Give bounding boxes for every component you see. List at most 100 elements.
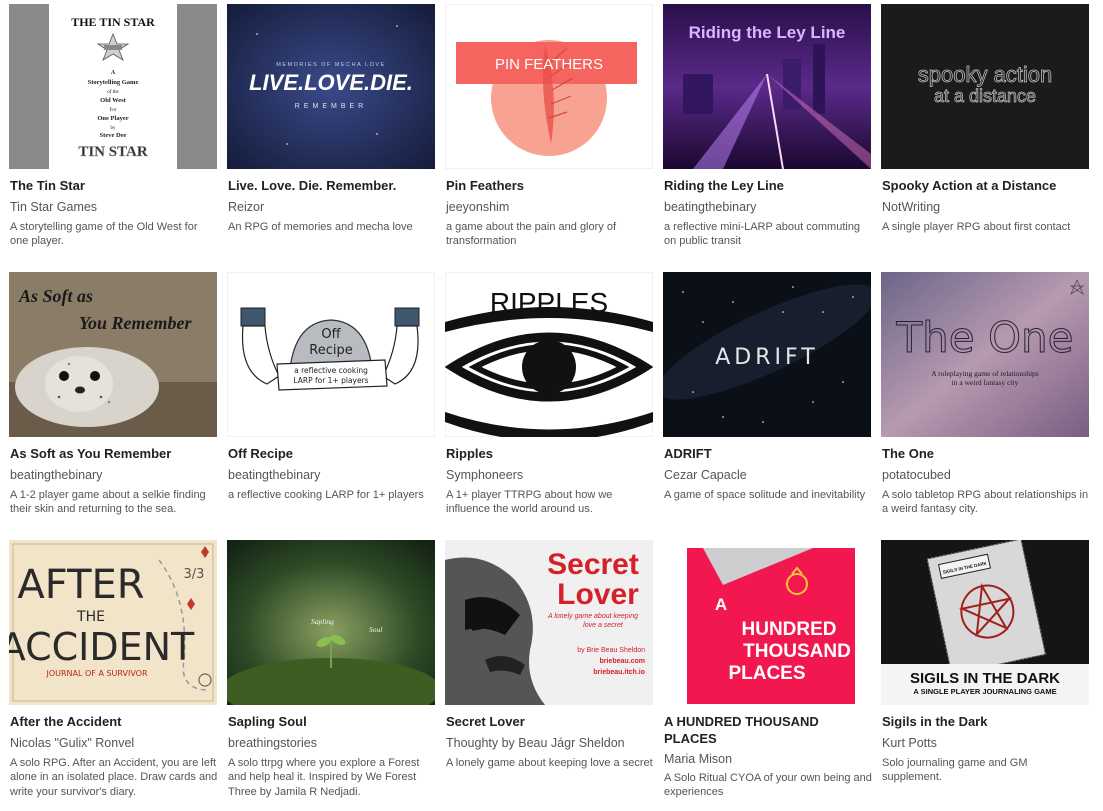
svg-text:3/3: 3/3 bbox=[184, 567, 205, 582]
cover-image[interactable]: A HUNDRED THOUSAND PLACES bbox=[663, 540, 871, 705]
game-title[interactable]: The Tin Star bbox=[10, 177, 216, 194]
game-title[interactable]: A HUNDRED THOUSAND PLACES bbox=[664, 713, 870, 747]
svg-text:HUNDRED: HUNDRED bbox=[742, 619, 837, 640]
cover-image[interactable]: RIPPLES bbox=[445, 272, 653, 437]
svg-text:One Player: One Player bbox=[97, 115, 128, 122]
svg-text:ACCIDENT: ACCIDENT bbox=[9, 625, 195, 669]
game-title[interactable]: After the Accident bbox=[10, 713, 216, 730]
game-title[interactable]: The One bbox=[882, 445, 1088, 462]
game-title[interactable]: Secret Lover bbox=[446, 713, 652, 730]
svg-text:THOUSAND: THOUSAND bbox=[743, 641, 851, 662]
game-author[interactable]: potatocubed bbox=[882, 467, 1088, 483]
game-description: A single player RPG about first contact bbox=[882, 221, 1071, 233]
game-author[interactable]: Cezar Capacle bbox=[664, 467, 870, 483]
game-title[interactable]: Sapling Soul bbox=[228, 713, 434, 730]
cover-image[interactable]: THE TIN STAR A Storytelling Game of the … bbox=[9, 4, 217, 169]
svg-text:THE: THE bbox=[76, 609, 105, 625]
game-title[interactable]: Sigils in the Dark bbox=[882, 713, 1088, 730]
svg-text:by Brie Beau Sheldon: by Brie Beau Sheldon bbox=[577, 647, 645, 654]
svg-text:Old West: Old West bbox=[100, 97, 127, 104]
game-description: A storytelling game of the Old West for … bbox=[10, 221, 198, 248]
game-description: a game about the pain and glory of trans… bbox=[446, 221, 617, 248]
cover-image[interactable]: SIGILS IN THE DARK SIGILS IN THE DARK A … bbox=[881, 540, 1089, 705]
cover-image[interactable]: spooky action at a distance bbox=[881, 4, 1089, 169]
svg-text:A SINGLE PLAYER JOURNALING GAM: A SINGLE PLAYER JOURNALING GAME bbox=[913, 687, 1056, 696]
svg-text:PLACES: PLACES bbox=[728, 663, 805, 684]
svg-text:SIGILS IN THE DARK: SIGILS IN THE DARK bbox=[910, 670, 1060, 687]
game-author[interactable]: NotWriting bbox=[882, 199, 1088, 215]
svg-text:RIPPLES: RIPPLES bbox=[490, 287, 608, 318]
cover-image[interactable]: AFTER THE ACCIDENT JOURNAL OF A SURVIVOR… bbox=[9, 540, 217, 705]
game-author[interactable]: Tin Star Games bbox=[10, 199, 216, 215]
svg-text:Sapling: Sapling bbox=[311, 617, 334, 626]
svg-text:Steve Dee: Steve Dee bbox=[100, 132, 127, 139]
svg-text:PIN FEATHERS: PIN FEATHERS bbox=[495, 56, 603, 73]
svg-text:ADRIFT: ADRIFT bbox=[715, 345, 818, 370]
game-description: A lonely game about keeping love a secre… bbox=[446, 757, 653, 769]
cover-image[interactable]: Secret Lover A lonely game about keeping… bbox=[445, 540, 653, 705]
cover-image[interactable]: As Soft as You Remember bbox=[9, 272, 217, 437]
cover-image[interactable]: Sapling Soul bbox=[227, 540, 435, 705]
svg-text:Secret: Secret bbox=[547, 548, 639, 581]
svg-text:The One: The One bbox=[896, 313, 1074, 362]
svg-text:Recipe: Recipe bbox=[309, 343, 352, 358]
svg-text:spooky action: spooky action bbox=[918, 62, 1053, 87]
game-description: A 1+ player TTRPG about how we influence… bbox=[446, 489, 613, 516]
cover-image[interactable]: The One A roleplaying game of relationsh… bbox=[881, 272, 1089, 437]
game-author[interactable]: Maria Mison bbox=[664, 751, 870, 767]
svg-text:TIN STAR: TIN STAR bbox=[78, 144, 147, 160]
cover-image[interactable]: Off Recipe a reflective cooking LARP for… bbox=[227, 272, 435, 437]
game-title[interactable]: Off Recipe bbox=[228, 445, 434, 462]
cover-image[interactable]: Riding the Ley Line bbox=[663, 4, 871, 169]
game-title[interactable]: Spooky Action at a Distance bbox=[882, 177, 1088, 194]
svg-text:Off: Off bbox=[321, 327, 341, 342]
game-title[interactable]: Live. Love. Die. Remember. bbox=[228, 177, 434, 194]
game-author[interactable]: Nicolas "Gulix" Ronvel bbox=[10, 735, 216, 751]
svg-text:Riding the Ley Line: Riding the Ley Line bbox=[689, 23, 846, 42]
svg-text:Soul: Soul bbox=[369, 625, 382, 634]
game-title[interactable]: Riding the Ley Line bbox=[664, 177, 870, 194]
game-description: a reflective cooking LARP for 1+ players bbox=[228, 489, 424, 501]
svg-text:REMEMBER: REMEMBER bbox=[295, 103, 367, 110]
svg-text:Lover: Lover bbox=[557, 578, 639, 611]
game-description: A game of space solitude and inevitabili… bbox=[664, 489, 866, 501]
game-title[interactable]: Ripples bbox=[446, 445, 652, 462]
game-author[interactable]: beatingthebinary bbox=[664, 199, 870, 215]
cover-image[interactable]: MEMORIES OF MECHA LOVE LIVE.LOVE.DIE. RE… bbox=[227, 4, 435, 169]
game-title[interactable]: Pin Feathers bbox=[446, 177, 652, 194]
game-description: A solo ttrpg where you explore a Forest … bbox=[228, 757, 420, 798]
svg-text:briebeau.itch.io: briebeau.itch.io bbox=[593, 669, 645, 676]
game-description: An RPG of memories and mecha love bbox=[228, 221, 413, 233]
svg-text:in a weird fantasy city: in a weird fantasy city bbox=[952, 378, 1019, 387]
svg-text:AFTER: AFTER bbox=[17, 562, 144, 608]
game-author[interactable]: Symphoneers bbox=[446, 467, 652, 483]
game-description: a reflective mini-LARP about commuting o… bbox=[664, 221, 861, 248]
svg-text:You Remember: You Remember bbox=[79, 313, 192, 333]
svg-text:A lonely game about keeping: A lonely game about keeping bbox=[547, 613, 638, 620]
svg-text:LARP for 1+ players: LARP for 1+ players bbox=[293, 376, 368, 385]
svg-text:a reflective cooking: a reflective cooking bbox=[294, 366, 368, 375]
game-author[interactable]: Kurt Potts bbox=[882, 735, 1088, 751]
game-author[interactable]: Reizor bbox=[228, 199, 434, 215]
svg-text:A: A bbox=[111, 70, 116, 76]
svg-text:at a distance: at a distance bbox=[934, 86, 1036, 106]
game-author[interactable]: Thoughty by Beau Jágr Sheldon bbox=[446, 735, 652, 751]
svg-text:love a secret: love a secret bbox=[583, 622, 624, 629]
game-author[interactable]: breathingstories bbox=[228, 735, 434, 751]
game-description: A 1-2 player game about a selkie finding… bbox=[10, 489, 206, 516]
svg-text:A: A bbox=[715, 595, 727, 614]
game-description: A solo RPG. After an Accident, you are l… bbox=[10, 757, 218, 798]
cover-image[interactable]: ADRIFT bbox=[663, 272, 871, 437]
svg-text:As Soft as: As Soft as bbox=[18, 286, 93, 306]
cover-image[interactable]: PIN FEATHERS bbox=[445, 4, 653, 169]
game-title[interactable]: As Soft as You Remember bbox=[10, 445, 216, 462]
game-author[interactable]: beatingthebinary bbox=[228, 467, 434, 483]
game-title[interactable]: ADRIFT bbox=[664, 445, 870, 462]
svg-text:by: by bbox=[111, 126, 117, 131]
game-author[interactable]: jeeyonshim bbox=[446, 199, 652, 215]
game-author[interactable]: beatingthebinary bbox=[10, 467, 216, 483]
svg-text:JOURNAL OF A SURVIVOR: JOURNAL OF A SURVIVOR bbox=[45, 669, 148, 678]
game-description: A solo tabletop RPG about relationships … bbox=[882, 489, 1089, 516]
svg-text:LIVE.LOVE.DIE.: LIVE.LOVE.DIE. bbox=[249, 70, 413, 95]
svg-text:A roleplaying game of relation: A roleplaying game of relationships bbox=[931, 369, 1039, 378]
